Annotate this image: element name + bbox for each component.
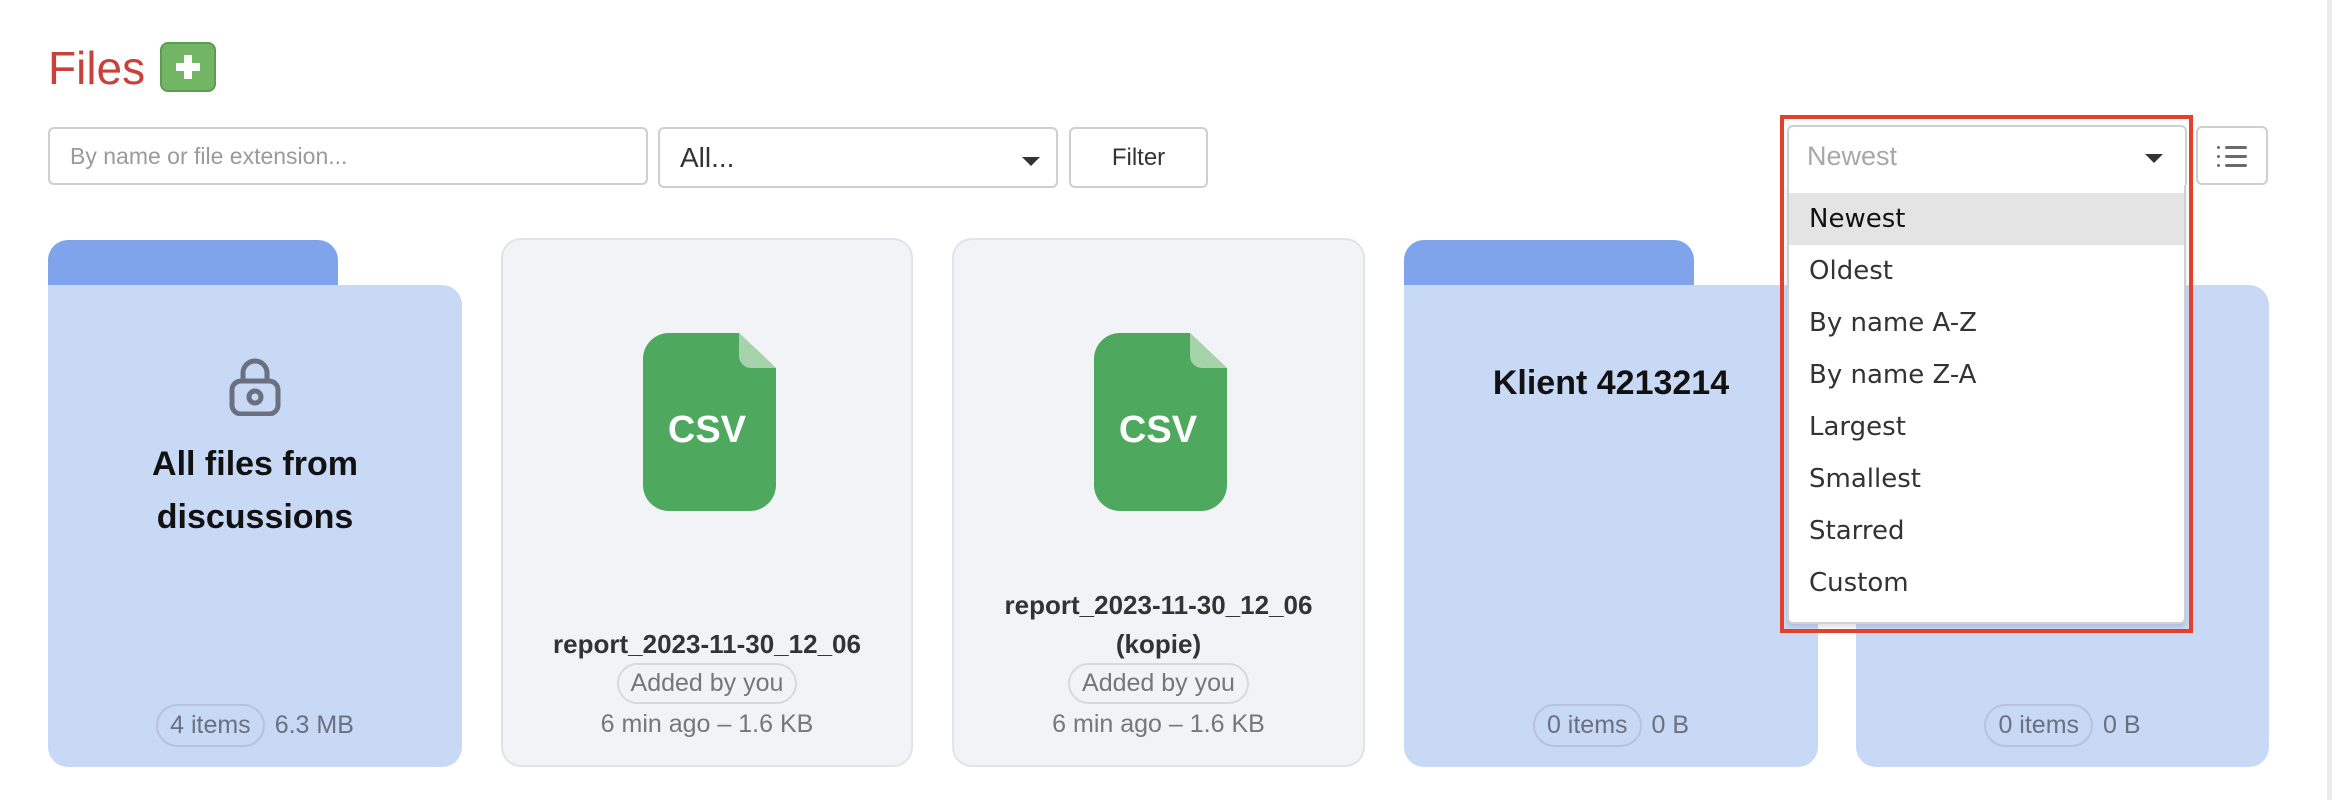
csv-file-icon: CSV — [1094, 333, 1227, 511]
file-name-line2: (kopie) — [1115, 629, 1202, 659]
sort-option-oldest[interactable]: Oldest — [1789, 245, 2184, 297]
csv-label: CSV — [668, 409, 747, 451]
folder-stats: 0 items 0 B — [1856, 704, 2269, 747]
type-filter-select[interactable]: All... — [658, 127, 1058, 188]
sort-option-smallest[interactable]: Smallest — [1789, 453, 2184, 505]
csv-label: CSV — [1119, 409, 1198, 451]
plus-icon — [176, 55, 200, 79]
file-name: report_2023-11-30_12_06 — [1004, 590, 1313, 620]
csv-file-icon: CSV — [643, 333, 776, 511]
file-card[interactable]: CSV report_2023-11-30_12_06 Added by you… — [501, 238, 913, 767]
added-by-badge: Added by you — [954, 663, 1363, 704]
page-title: Files — [48, 42, 146, 94]
added-by-text: Added by you — [1068, 663, 1249, 704]
item-count-badge: 4 items — [156, 704, 265, 747]
sort-select-value: Newest — [1807, 140, 1898, 171]
type-filter-value: All... — [680, 141, 735, 173]
folder-stats: 0 items 0 B — [1404, 704, 1818, 747]
folder-body[interactable]: All files from discussions 4 items 6.3 M… — [48, 285, 462, 767]
add-file-button[interactable] — [160, 42, 216, 92]
list-icon — [2217, 144, 2247, 168]
file-meta: 6 min ago – 1.6 KB — [600, 710, 814, 738]
file-name: report_2023-11-30_12_06 — [553, 629, 861, 659]
search-input[interactable] — [48, 127, 648, 185]
folder-size: 6.3 MB — [274, 711, 354, 739]
sort-option-name-desc[interactable]: By name Z-A — [1789, 349, 2184, 401]
lock-icon — [229, 358, 281, 416]
chevron-down-icon — [2145, 154, 2163, 163]
sort-option-starred[interactable]: Starred — [1789, 505, 2184, 557]
sort-dropdown-menu: Newest Oldest By name A-Z By name Z-A La… — [1787, 185, 2186, 624]
added-by-text: Added by you — [616, 663, 798, 704]
item-count-badge: 0 items — [1984, 704, 2094, 747]
item-count-badge: 0 items — [1532, 704, 1642, 747]
folder-title: All files from — [152, 445, 358, 483]
folder-size: 0 B — [2103, 711, 2141, 739]
file-meta: 6 min ago – 1.6 KB — [1052, 710, 1265, 738]
sort-option-name-asc[interactable]: By name A-Z — [1789, 297, 2184, 349]
folder-size: 0 B — [1651, 711, 1690, 739]
view-toggle-button[interactable] — [2196, 126, 2268, 185]
sort-select[interactable]: Newest — [1787, 125, 2187, 185]
sort-option-newest[interactable]: Newest — [1789, 193, 2184, 245]
sort-option-custom[interactable]: Custom — [1789, 557, 2184, 609]
file-card[interactable]: CSV report_2023-11-30_12_06 (kopie) Adde… — [952, 238, 1365, 767]
folder-stats: 4 items 6.3 MB — [48, 704, 462, 747]
folder-tab — [1404, 240, 1694, 290]
folder-body[interactable]: Klient 4213214 0 items 0 B — [1404, 285, 1818, 767]
chevron-down-icon — [1022, 157, 1040, 166]
sort-option-largest[interactable]: Largest — [1789, 401, 2184, 453]
folder-tab — [48, 240, 338, 290]
filter-button[interactable]: Filter — [1069, 127, 1208, 188]
folder-title-line2: discussions — [156, 498, 354, 536]
scrollbar-track[interactable] — [2327, 0, 2332, 800]
added-by-badge: Added by you — [503, 663, 911, 704]
folder-title: Klient 4213214 — [1492, 364, 1730, 402]
